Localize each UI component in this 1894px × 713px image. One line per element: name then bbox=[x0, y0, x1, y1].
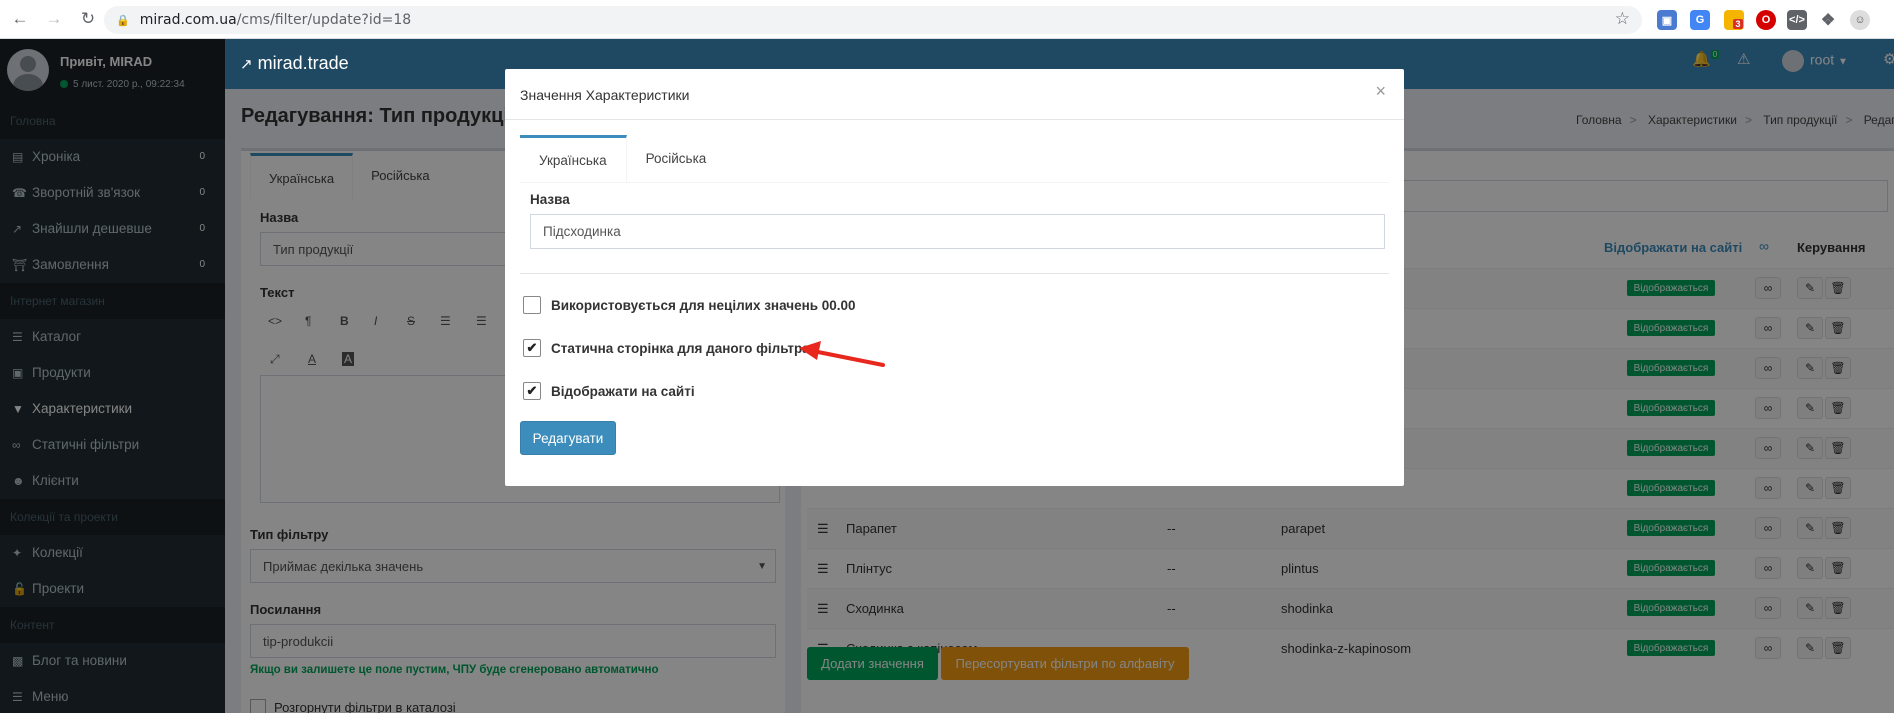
static-page-label: Статична сторінка для даного фільтра bbox=[551, 340, 810, 356]
characteristic-value-modal: Значення Характеристики × Українська Рос… bbox=[505, 69, 1404, 486]
checkmark-icon: ✔ bbox=[526, 340, 538, 355]
static-page-checkbox[interactable]: ✔ bbox=[523, 339, 541, 357]
bookmark-star-icon[interactable]: ☆ bbox=[1615, 9, 1630, 29]
profile-icon[interactable]: ☺ bbox=[1850, 10, 1870, 30]
modal-tab-ukrainian[interactable]: Українська bbox=[520, 135, 627, 182]
lock-icon: 🔒 bbox=[116, 13, 130, 27]
address-bar[interactable]: 🔒 mirad.com.ua/cms/filter/update?id=18 ☆ bbox=[104, 6, 1642, 34]
checkbox-row-decimal[interactable]: Використовується для нецілих значень 00.… bbox=[523, 296, 856, 314]
translate-ext-icon[interactable]: ▣ bbox=[1657, 10, 1677, 30]
display-on-site-label: Відображати на сайті bbox=[551, 383, 695, 399]
puzzle-icon[interactable]: ❖ bbox=[1818, 10, 1838, 30]
modal-name-input[interactable]: Підсходинка bbox=[530, 214, 1385, 249]
checkbox-row-static-page[interactable]: ✔ Статична сторінка для даного фільтра bbox=[523, 339, 810, 357]
modal-title: Значення Характеристики bbox=[520, 87, 690, 103]
close-icon[interactable]: × bbox=[1375, 81, 1386, 102]
site-logo[interactable]: ↗ mirad.trade bbox=[240, 53, 349, 74]
code-ext-icon[interactable]: </> bbox=[1787, 10, 1807, 30]
url-path: /cms/filter/update?id=18 bbox=[236, 12, 412, 28]
opera-ext-icon[interactable]: O bbox=[1756, 10, 1776, 30]
modal-divider bbox=[520, 273, 1389, 274]
reload-icon[interactable]: ↻ bbox=[74, 5, 102, 33]
decimal-values-checkbox[interactable] bbox=[523, 296, 541, 314]
red-arrow-annotation bbox=[799, 341, 885, 367]
submit-edit-button[interactable]: Редагувати bbox=[520, 421, 616, 455]
browser-toolbar: ← → ↻ 🔒 mirad.com.ua/cms/filter/update?i… bbox=[0, 0, 1894, 39]
back-icon[interactable]: ← bbox=[6, 5, 34, 33]
modal-header-divider bbox=[505, 119, 1404, 120]
modal-tab-russian[interactable]: Російська bbox=[627, 135, 726, 182]
translate-google-icon[interactable]: G bbox=[1690, 10, 1710, 30]
modal-name-label: Назва bbox=[530, 192, 570, 207]
logo-text: mirad.trade bbox=[257, 53, 349, 73]
url-host: mirad.com.ua bbox=[139, 12, 237, 28]
display-on-site-checkbox[interactable]: ✔ bbox=[523, 382, 541, 400]
ext-badge: 3 bbox=[1733, 19, 1743, 29]
decimal-values-label: Використовується для нецілих значень 00.… bbox=[551, 297, 856, 313]
modal-lang-tabs: Українська Російська bbox=[520, 135, 1389, 183]
checkmark-icon: ✔ bbox=[526, 383, 538, 398]
external-link-icon: ↗ bbox=[240, 56, 253, 73]
checkbox-row-display[interactable]: ✔ Відображати на сайті bbox=[523, 382, 695, 400]
forward-icon[interactable]: → bbox=[40, 5, 68, 33]
colorful-ext-icon[interactable]: 3 bbox=[1724, 10, 1744, 30]
